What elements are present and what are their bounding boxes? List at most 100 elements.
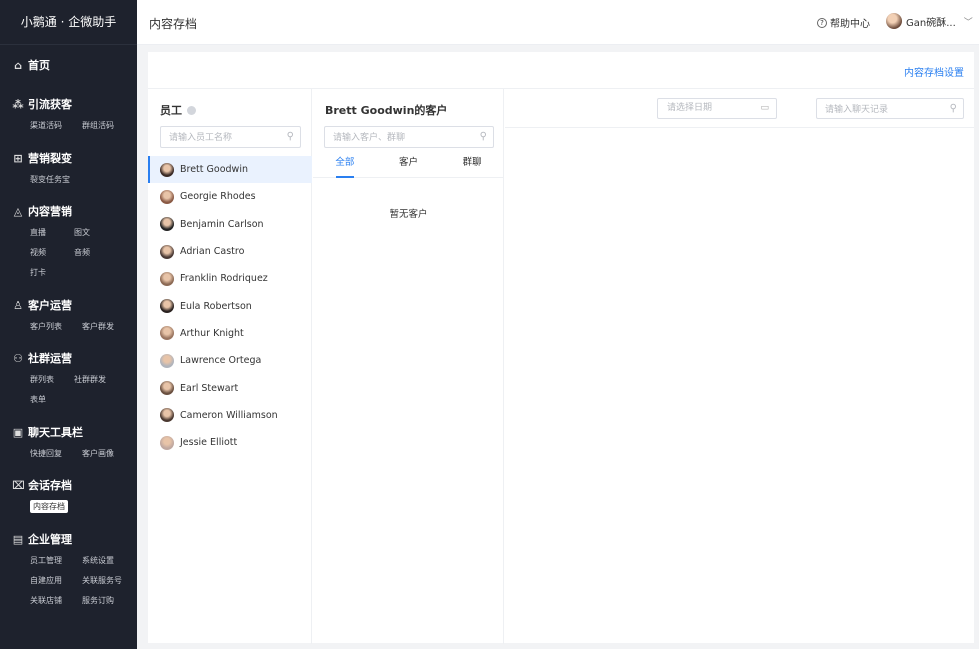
sidebar-sub-item[interactable]: 客户画像 — [82, 448, 114, 459]
sidebar-sub-item[interactable]: 群组活码 — [82, 120, 114, 131]
sidebar-sub-item[interactable]: 群列表 — [30, 374, 66, 385]
employee-item[interactable]: Cameron Williamson — [148, 402, 312, 429]
chat-search-input[interactable] — [817, 99, 963, 118]
employee-name: Eula Robertson — [180, 300, 252, 312]
help-center-link[interactable]: ? 帮助中心 — [817, 15, 870, 30]
employee-item[interactable]: Adrian Castro — [148, 238, 312, 265]
top-bar: 内容存档 ? 帮助中心 Gan碗酥... ﹀ — [137, 0, 979, 45]
employee-name: Franklin Rodriquez — [180, 273, 268, 285]
sidebar-sub-item[interactable]: 裂变任务宝 — [30, 174, 70, 185]
sidebar-sub-item[interactable]: 系统设置 — [82, 555, 114, 566]
sidebar-sub-item[interactable]: 客户列表 — [30, 321, 74, 332]
tab-2[interactable]: 群聊 — [440, 154, 504, 177]
avatar — [160, 271, 174, 286]
customer-tabs: 全部 客户 群聊 — [313, 154, 504, 178]
search-icon[interactable]: ⚲ — [950, 103, 957, 114]
avatar — [160, 408, 174, 423]
sidebar-sub-item[interactable]: 员工管理 — [30, 555, 74, 566]
page-title: 内容存档 — [149, 17, 198, 31]
sidebar-sub-item[interactable]: 图文 — [74, 227, 90, 238]
search-icon[interactable]: ⚲ — [480, 131, 487, 142]
date-picker[interactable]: 请选择日期 ▭ — [657, 98, 777, 119]
nav-title-label: 营销裂变 — [28, 152, 72, 165]
employee-search: ⚲ — [160, 126, 301, 148]
chevron-down-icon: ﹀ — [963, 17, 973, 28]
nav-title-3[interactable]: ◬ 内容营销 — [12, 202, 98, 220]
tab-0[interactable]: 全部 — [313, 154, 377, 178]
sidebar-sub-item[interactable]: 音频 — [74, 247, 90, 258]
nav-title-2[interactable]: ⊞ 营销裂变 — [12, 149, 78, 167]
archive-settings-link[interactable]: 内容存档设置 — [904, 64, 964, 79]
customer-header: Brett Goodwin的客户 — [325, 104, 448, 117]
avatar — [160, 189, 174, 204]
avatar — [160, 353, 174, 368]
user-name: Gan碗酥... — [906, 17, 956, 29]
info-icon[interactable] — [187, 105, 196, 115]
nav-sub-row: 快捷回复 客户画像 — [12, 445, 122, 461]
nav-title-label: 客户运营 — [28, 299, 72, 312]
nav-section-2: ⊞ 营销裂变裂变任务宝 — [0, 149, 78, 187]
sidebar-sub-item[interactable]: 社群群发 — [74, 374, 106, 385]
nav-sub-row: 群列表 社群群发 — [12, 371, 114, 387]
nav-title-label: 社群运营 — [28, 352, 72, 365]
sidebar-sub-item[interactable]: 关联店铺 — [30, 595, 74, 606]
nav-sub-row: 自建应用 关联服务号 — [12, 572, 130, 588]
search-icon[interactable]: ⚲ — [287, 131, 294, 142]
sidebar-sub-item[interactable]: 关联服务号 — [82, 575, 122, 586]
sidebar-sub-item[interactable]: 渠道活码 — [30, 120, 74, 131]
nav-title-4[interactable]: ♙ 客户运营 — [12, 296, 122, 314]
toolbar-icon: ▣ — [12, 425, 24, 439]
avatar — [160, 381, 174, 396]
calendar-icon: ▭ — [760, 103, 769, 113]
avatar — [160, 217, 174, 232]
customer-icon: ♙ — [13, 298, 23, 312]
avatar — [160, 326, 174, 341]
nav-section-0: ⌂ 首页 — [0, 56, 50, 74]
employee-item[interactable]: Earl Stewart — [148, 374, 312, 401]
help-label: 帮助中心 — [830, 19, 870, 30]
sidebar-sub-item[interactable]: 自建应用 — [30, 575, 74, 586]
nav-title-6[interactable]: ▣ 聊天工具栏 — [12, 423, 122, 441]
sidebar-sub-item[interactable]: 客户群发 — [82, 321, 114, 332]
nav-sub-row: 打卡 — [12, 264, 98, 280]
sidebar-sub-item[interactable]: 快捷回复 — [30, 448, 74, 459]
sidebar-sub-item[interactable]: 打卡 — [30, 267, 46, 278]
employee-column: 员工 ⚲ Brett Goodwin Georgie Rhodes Benjamin… — [148, 89, 312, 644]
home-icon: ⌂ — [14, 58, 22, 72]
nav-title-0[interactable]: ⌂ 首页 — [12, 56, 50, 74]
employee-item[interactable]: Lawrence Ortega — [148, 347, 312, 374]
employee-name: Benjamin Carlson — [180, 218, 264, 230]
employee-item[interactable]: Jessie Elliott — [148, 429, 312, 456]
employee-search-input[interactable] — [161, 127, 300, 147]
sidebar-sub-item[interactable]: 内容存档 — [30, 499, 68, 513]
sidebar-sub-item[interactable]: 表单 — [30, 394, 46, 405]
nav-sub-row: 员工管理 系统设置 — [12, 552, 130, 568]
archive-panel: 员工 ⚲ Brett Goodwin Georgie Rhodes Benjamin… — [148, 88, 974, 644]
avatar — [160, 162, 174, 177]
sidebar-sub-item[interactable]: 服务订购 — [82, 595, 114, 606]
archive-icon: ⌧ — [12, 478, 25, 492]
employee-item[interactable]: Arthur Knight — [148, 320, 312, 347]
employee-item[interactable]: Benjamin Carlson — [148, 211, 312, 238]
customer-search-input[interactable] — [325, 127, 493, 147]
employee-item[interactable]: Brett Goodwin — [148, 156, 312, 184]
nav-title-8[interactable]: ▤ 企业管理 — [12, 530, 130, 548]
sidebar-sub-item[interactable]: 视频 — [30, 247, 66, 258]
divider — [505, 127, 974, 128]
employee-name: Arthur Knight — [180, 327, 244, 339]
user-menu[interactable]: Gan碗酥... ﹀ — [886, 13, 973, 29]
customer-search: ⚲ — [324, 126, 494, 148]
employee-item[interactable]: Georgie Rhodes — [148, 183, 312, 210]
nav-title-7[interactable]: ⌧ 会话存档 — [12, 476, 76, 494]
employee-item[interactable]: Franklin Rodriquez — [148, 265, 312, 292]
nav-title-5[interactable]: ⚇ 社群运营 — [12, 349, 114, 367]
tab-1[interactable]: 客户 — [377, 154, 441, 177]
employee-item[interactable]: Eula Robertson — [148, 292, 312, 319]
nav-sub-row: 裂变任务宝 — [12, 171, 78, 187]
brand-logo: 小鹅通 · 企微助手 — [0, 0, 137, 45]
sidebar-sub-item[interactable]: 直播 — [30, 227, 66, 238]
nav-section-3: ◬ 内容营销直播 图文 视频 音频打卡 — [0, 202, 98, 280]
chat-search: ⚲ — [816, 98, 964, 119]
nav-section-5: ⚇ 社群运营群列表 社群群发表单 — [0, 349, 114, 407]
nav-title-1[interactable]: ⁂ 引流获客 — [12, 95, 122, 113]
